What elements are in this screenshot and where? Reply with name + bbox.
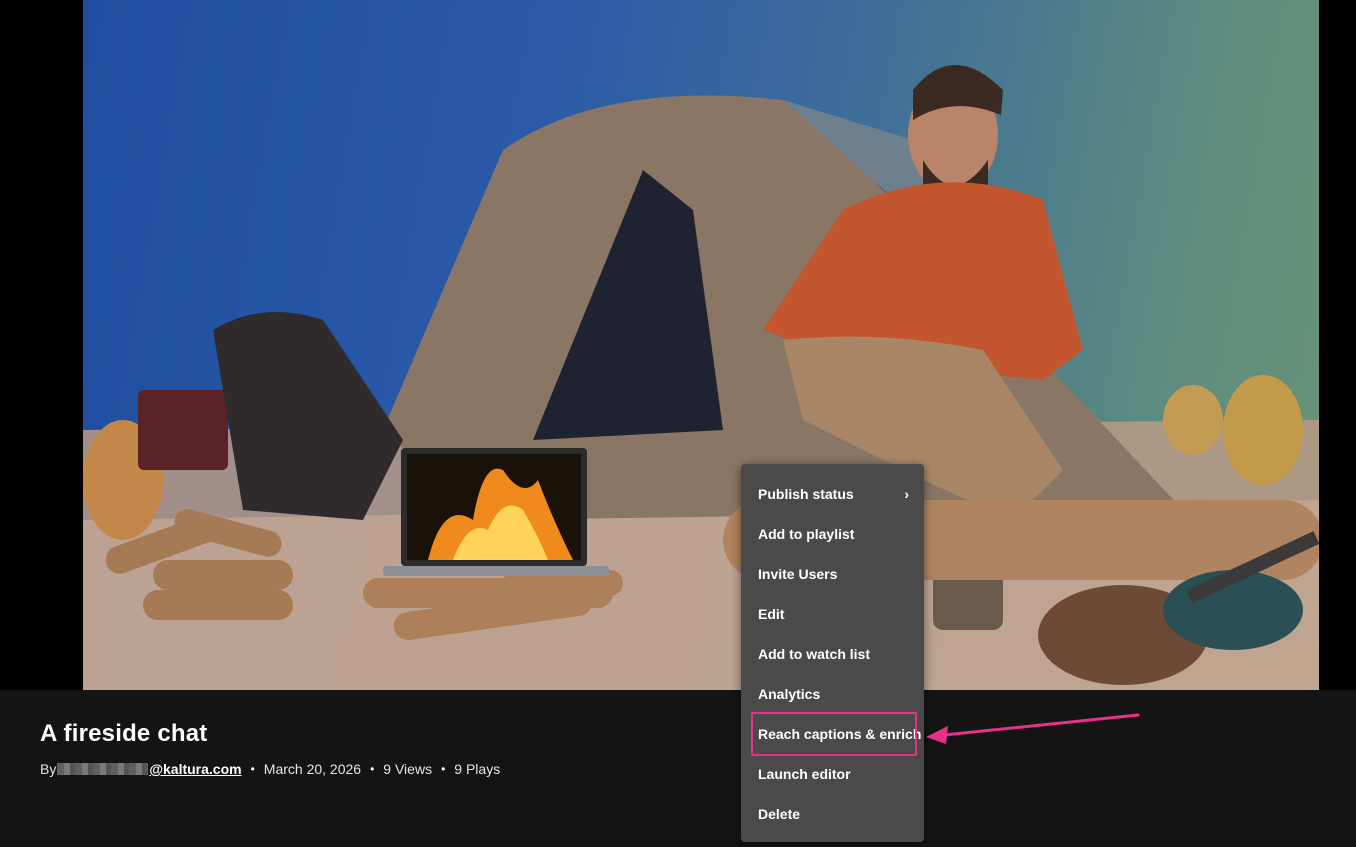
menu-item-invite-users[interactable]: Invite Users: [741, 554, 924, 594]
menu-item-launch-editor[interactable]: Launch editor: [741, 754, 924, 794]
menu-item-delete[interactable]: Delete: [741, 794, 924, 834]
menu-item-label: Publish status: [758, 486, 854, 502]
menu-item-add-to-watch-list[interactable]: Add to watch list: [741, 634, 924, 674]
author-link[interactable]: @kaltura.com: [149, 761, 241, 777]
menu-item-label: Delete: [758, 806, 801, 822]
separator-dot: •: [441, 762, 446, 776]
entry-views: 9 Views: [383, 761, 433, 777]
separator-dot: •: [370, 762, 375, 776]
annotation-arrow-icon: [926, 713, 1140, 744]
menu-item-label: Analytics: [758, 686, 821, 702]
video-scene-illustration: [83, 65, 1319, 690]
chevron-right-icon: ›: [904, 486, 909, 502]
menu-item-add-to-playlist[interactable]: Add to playlist: [741, 514, 924, 554]
entry-date: March 20, 2026: [263, 761, 362, 777]
by-label: By: [40, 761, 57, 777]
entry-title: A fireside chat: [40, 720, 208, 747]
menu-item-label: Launch editor: [758, 766, 851, 782]
video-player[interactable]: [0, 0, 1356, 690]
menu-item-label: Invite Users: [758, 566, 838, 582]
entry-metadata: By @kaltura.com • March 20, 2026 • 9 Vie…: [40, 761, 500, 777]
annotation-highlight-box: [751, 712, 917, 756]
menu-item-publish-status[interactable]: Publish status ›: [741, 474, 924, 514]
menu-item-label: Edit: [758, 606, 785, 622]
menu-item-edit[interactable]: Edit: [741, 594, 924, 634]
menu-item-label: Add to watch list: [758, 646, 870, 662]
menu-item-label: Add to playlist: [758, 526, 855, 542]
menu-item-analytics[interactable]: Analytics: [741, 674, 924, 714]
entry-plays: 9 Plays: [454, 761, 501, 777]
actions-menu: Publish status › Add to playlist Invite …: [741, 464, 924, 842]
separator-dot: •: [250, 762, 255, 776]
video-thumbnail[interactable]: [83, 0, 1319, 690]
redacted-author-name: [57, 763, 149, 775]
